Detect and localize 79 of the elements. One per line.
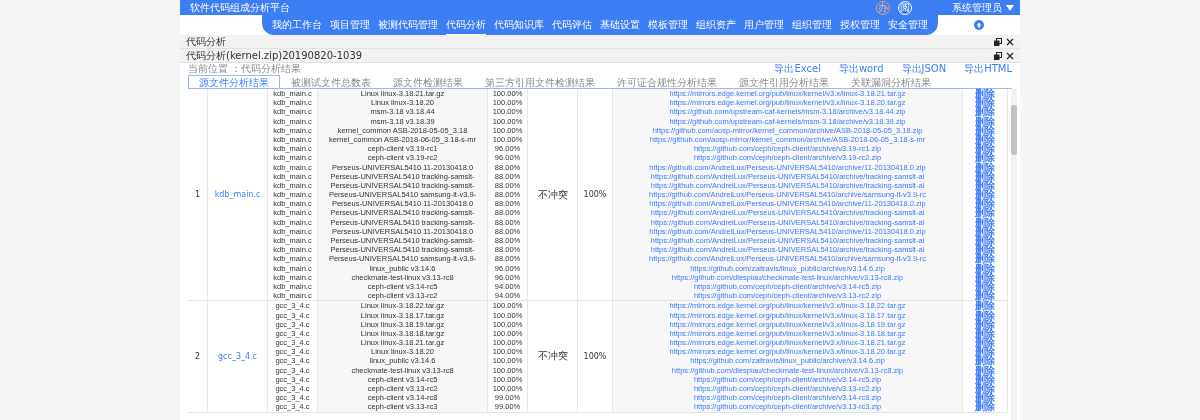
delete-link[interactable]: 删除 [963,393,1007,403]
delete-link[interactable]: 删除 [963,98,1007,108]
tab[interactable]: 被测试文件总数表 [280,75,382,88]
delete-link[interactable]: 删除 [963,254,1007,264]
panel-title: 代码分析 [186,34,227,49]
table-cell: 不冲突 [537,349,568,364]
scrollbar[interactable] [1011,89,1017,420]
delete-link[interactable]: 删除 [963,291,1007,301]
table-cell: 100% [583,351,607,361]
delete-link[interactable]: 删除 [963,171,1007,181]
delete-link[interactable]: 删除 [963,263,1007,273]
table-cell: 不冲突 [537,187,568,202]
delete-link[interactable]: 删除 [963,89,1007,99]
export-link[interactable]: 导出JSON [901,62,947,76]
breadcrumb: 当前位置 ：代码分析结果 [188,62,303,76]
nav-item[interactable]: 代码评估 [552,15,592,35]
tab[interactable]: 源文件引用分析结果 [728,75,840,88]
delete-link[interactable]: 删除 [963,162,1007,172]
delete-link[interactable]: 删除 [963,107,1007,117]
delete-link[interactable]: 删除 [963,301,1007,311]
panel-title: 代码分析(kernel.zip)20190820-1039 [186,48,364,63]
tab[interactable]: 第三方引用文件检测结果 [474,75,606,88]
restore-icon[interactable] [994,51,1002,60]
tab[interactable]: 许可证合规性分析结果 [606,75,728,88]
export-link[interactable]: 导出word [838,62,884,76]
file-link[interactable]: kdb_main.c [214,190,261,200]
export-link[interactable]: 导出HTML [964,62,1012,76]
nav-item[interactable]: 安全管理 [888,15,928,35]
close-icon[interactable] [1006,51,1014,60]
nav-item[interactable]: 授权管理 [840,15,880,35]
tab[interactable]: 源文件检测结果 [382,75,474,88]
delete-link[interactable]: 删除 [963,236,1007,246]
delete-link[interactable]: 删除 [963,153,1007,163]
delete-link[interactable]: 删除 [963,328,1007,339]
file-link[interactable]: gcc_3_4.c [218,351,257,361]
delete-link[interactable]: 删除 [963,217,1007,227]
delete-link[interactable]: 删除 [963,144,1007,154]
delete-link[interactable]: 删除 [963,310,1007,320]
arrow-up-icon[interactable] [974,20,984,30]
nav-item[interactable]: 代码分析 [446,15,486,35]
restore-icon[interactable] [994,37,1002,46]
delete-link[interactable]: 删除 [963,134,1007,145]
caret-icon[interactable] [1006,4,1014,11]
delete-link[interactable]: 删除 [963,356,1007,366]
table-cell: 100% [583,190,607,200]
user-name[interactable]: 系统管理员 [952,0,1002,15]
export-link[interactable]: 导出Excel [774,62,821,76]
delete-link[interactable]: 删除 [963,338,1007,348]
delete-link[interactable]: 删除 [963,272,1007,282]
delete-link[interactable]: 删除 [963,190,1007,200]
nav-item[interactable]: 我的工作台 [272,15,322,35]
nav-item[interactable]: 用户管理 [744,15,784,35]
nav-item[interactable]: 组织资产 [696,15,736,35]
delete-link[interactable]: 删除 [963,347,1007,357]
app-title: 软件代码组成分析平台 [190,0,291,15]
nav-item[interactable]: 被测代码管理 [378,15,438,35]
close-icon[interactable] [1006,37,1014,46]
delete-link[interactable]: 删除 [963,125,1007,135]
row-number: 2 [194,351,201,361]
delete-link[interactable]: 删除 [963,116,1007,126]
nav-item[interactable]: 代码知识库 [494,15,544,35]
tab[interactable]: 源文件分析结果 [188,75,280,88]
nav-item[interactable]: 基础设置 [600,15,640,35]
delete-link[interactable]: 删除 [963,365,1007,375]
delete-link[interactable]: 删除 [963,374,1007,384]
delete-link[interactable]: 删除 [963,180,1007,191]
delete-link[interactable]: 删除 [963,208,1007,218]
nav-item[interactable]: 组织管理 [792,15,832,35]
nav-item[interactable]: 项目管理 [330,15,370,35]
delete-link[interactable]: 删除 [963,384,1007,394]
delete-link[interactable]: 删除 [963,402,1007,412]
nav-item[interactable]: 模板管理 [648,15,688,35]
tab[interactable]: 关联漏洞分析结果 [840,75,942,88]
row-number: 1 [194,190,201,200]
delete-link[interactable]: 删除 [963,245,1007,255]
delete-link[interactable]: 删除 [963,319,1007,329]
delete-link[interactable]: 删除 [963,281,1007,292]
delete-link[interactable]: 删除 [963,199,1007,209]
delete-link[interactable]: 删除 [963,226,1007,236]
